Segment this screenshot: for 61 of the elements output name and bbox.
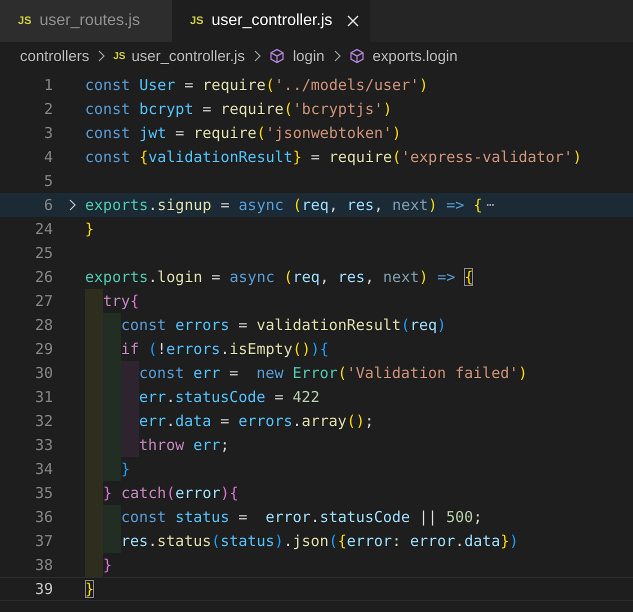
code-line: if (!errors.isEmpty()){	[121, 339, 329, 360]
line-number: 4	[42, 148, 53, 166]
code-line: const errors = validationResult(req)	[121, 315, 446, 336]
line-number: 24	[34, 220, 53, 238]
breadcrumb-item[interactable]: controllers	[20, 48, 90, 64]
cube-icon	[268, 48, 285, 64]
code-line: const status = error.statusCode || 500;	[121, 507, 482, 528]
line-number: 30	[34, 364, 53, 382]
line-number: 27	[34, 292, 53, 310]
line-number: 26	[34, 268, 53, 286]
code-line: }	[103, 555, 112, 576]
close-icon[interactable]	[346, 14, 360, 28]
breadcrumb-item[interactable]: login	[292, 48, 325, 64]
line-number: 37	[34, 532, 53, 550]
code-line: const jwt = require('jsonwebtoken')	[85, 123, 402, 144]
code-line: err.data = errors.array();	[139, 411, 374, 432]
breadcrumb-item[interactable]: exports.login	[372, 48, 458, 64]
code-line: const User = require('../models/user')	[85, 75, 428, 96]
line-number: 29	[34, 340, 53, 358]
code-line: }	[85, 579, 94, 600]
breadcrumb-item[interactable]: user_controller.js	[131, 48, 245, 64]
editor-tab[interactable]: JS user_controller.js	[172, 0, 370, 42]
editor-tab[interactable]: JS user_routes.js	[0, 0, 172, 42]
file-type-label: JS	[18, 15, 32, 27]
code-line: const bcrypt = require('bcryptjs')	[85, 99, 392, 120]
line-number: 2	[42, 100, 53, 118]
code-line: err.statusCode = 422	[139, 387, 320, 408]
line-number: 25	[34, 244, 53, 262]
line-number: 36	[34, 508, 53, 526]
chevron-right-icon	[68, 199, 76, 211]
file-type-label: JS	[190, 15, 204, 27]
code-line: }	[85, 219, 94, 240]
line-number: 28	[34, 316, 53, 334]
fold-ellipsis[interactable]: ⋯	[486, 193, 494, 217]
code-line: exports.signup = async (req, res, next) => {	[85, 195, 482, 216]
tab-label: user_routes.js	[39, 12, 140, 30]
line-number: 1	[42, 76, 53, 94]
tab-label: user_controller.js	[211, 12, 332, 30]
line-number: 35	[34, 484, 53, 502]
code-line: const {validationResult} = require('express-validator')	[85, 147, 582, 168]
code-line: res.status(status).json({error: error.data})	[121, 531, 518, 552]
line-number: 39	[34, 580, 53, 598]
code-line: const err = new Error('Validation failed')	[139, 363, 528, 384]
line-number: 31	[34, 388, 53, 406]
line-number: 3	[42, 124, 53, 142]
chevron-right-icon	[252, 50, 261, 62]
code-line: exports.login = async (req, res, next) => {	[85, 267, 474, 288]
file-type-label: JS	[113, 50, 126, 62]
chevron-right-icon	[332, 50, 341, 62]
chevron-right-icon	[97, 50, 106, 62]
line-number: 34	[34, 460, 53, 478]
line-number: 5	[42, 172, 53, 190]
line-number: 6	[42, 196, 53, 214]
cube-icon	[348, 48, 365, 64]
line-number: 33	[34, 436, 53, 454]
code-line: } catch(error){	[103, 483, 238, 504]
line-number: 38	[34, 556, 53, 574]
code-line: }	[121, 459, 130, 480]
code-line: throw err;	[139, 435, 230, 456]
line-number: 32	[34, 412, 53, 430]
code-line: try{	[103, 291, 140, 312]
